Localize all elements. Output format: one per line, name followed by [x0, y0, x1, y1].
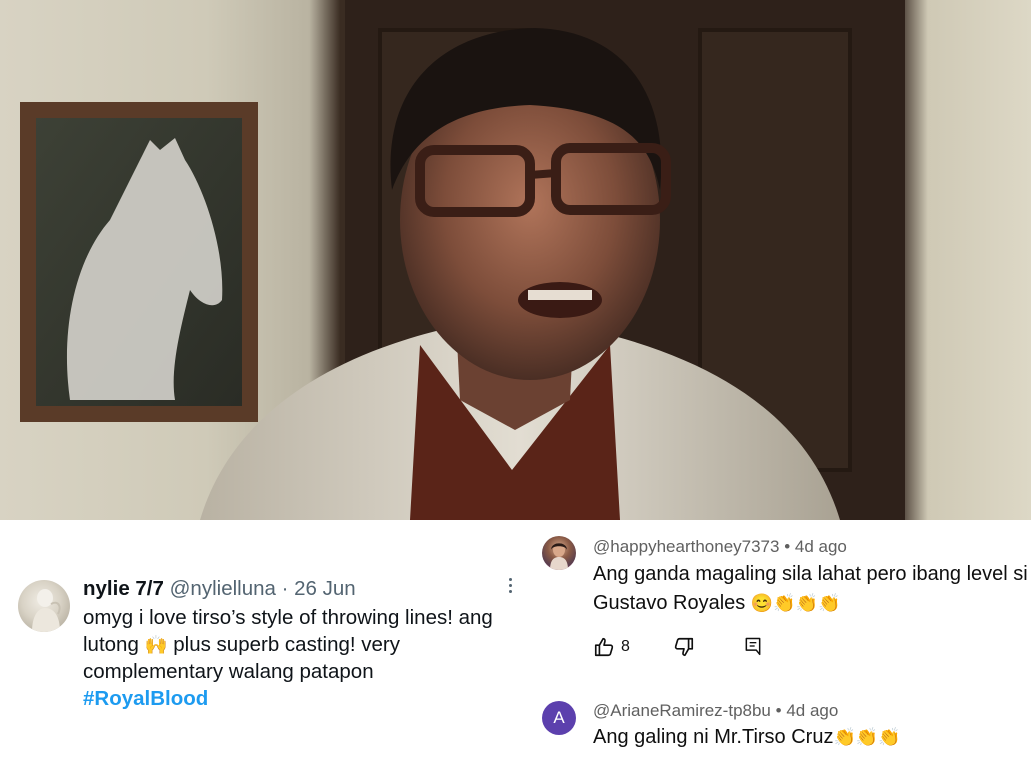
more-options-icon[interactable]: [507, 578, 513, 598]
hashtag-link[interactable]: #RoyalBlood: [83, 685, 523, 712]
comment-1-avatar[interactable]: [542, 536, 576, 570]
like-count: 8: [621, 638, 630, 655]
comment-1-author[interactable]: @happyhearthoney7373: [593, 537, 779, 556]
user-photo-avatar-icon: [550, 543, 568, 570]
comment-1-line-2-text: Gustavo Royales: [593, 592, 746, 614]
tweet-line-2-end: plus superb casting! very: [173, 633, 400, 656]
comment-2-body: Ang galing ni Mr.Tirso Cruz: [593, 726, 834, 748]
thumbs-up-icon: [594, 637, 614, 657]
tweet-separator: ·: [281, 577, 289, 600]
photo-still: [0, 0, 1031, 520]
tweet-header: nylie 7/7 @nylielluna · 26 Jun: [83, 577, 356, 601]
comment-2-avatar[interactable]: A: [542, 701, 576, 735]
tweet-author-name[interactable]: nylie 7/7: [83, 577, 164, 600]
comment-1-time[interactable]: 4d ago: [795, 537, 847, 556]
comment-1-separator: •: [784, 537, 791, 556]
dislike-button[interactable]: [673, 636, 695, 662]
reply-comment-icon: [745, 637, 761, 656]
comment-1-actions: 8: [593, 636, 773, 660]
thumbs-down-icon: [674, 637, 694, 657]
like-button[interactable]: 8: [593, 636, 630, 662]
comments-panel: @happyhearthoney7373 • 4d ago Ang ganda …: [530, 520, 1031, 773]
comment-1-line-2: Gustavo Royales 😊👏👏👏: [593, 589, 1028, 618]
comment-1-text: Ang ganda magaling sila lahat pero ibang…: [593, 560, 1028, 618]
reply-button[interactable]: [743, 636, 763, 660]
tweet-date[interactable]: 26 Jun: [294, 577, 356, 600]
comment-1-meta: @happyhearthoney7373 • 4d ago: [593, 537, 847, 557]
tweet-card: nylie 7/7 @nylielluna · 26 Jun omyg i lo…: [0, 520, 530, 773]
comment-2-emojis: 👏👏👏: [833, 727, 901, 747]
tweet-line-3: complementary walang patapon: [83, 660, 374, 683]
tweet-line-1: omyg i love tirso’s style of throwing li…: [83, 606, 493, 629]
comment-2-time[interactable]: 4d ago: [786, 701, 838, 720]
tweet-line-2: lutong 🙌 plus superb casting! very: [83, 631, 523, 658]
comment-2-separator: •: [775, 701, 782, 720]
comment-2-author[interactable]: @ArianeRamirez-tp8bu: [593, 701, 771, 720]
comment-1-emojis: 😊👏👏👏: [750, 593, 841, 613]
tweet-author-handle[interactable]: @nylielluna: [170, 577, 276, 600]
statue-avatar-icon: [32, 589, 61, 632]
comment-2-text: Ang galing ni Mr.Tirso Cruz👏👏👏: [593, 723, 901, 752]
tweet-line-2-start: lutong: [83, 633, 139, 656]
comment-1-line-1: Ang ganda magaling sila lahat pero ibang…: [593, 563, 1028, 585]
raising-hands-emoji: 🙌: [144, 634, 168, 655]
comment-2-meta: @ArianeRamirez-tp8bu • 4d ago: [593, 701, 838, 721]
photo-illustration: [20, 0, 905, 520]
tweet-avatar[interactable]: [18, 580, 70, 632]
tweet-body: omyg i love tirso’s style of throwing li…: [83, 604, 523, 712]
